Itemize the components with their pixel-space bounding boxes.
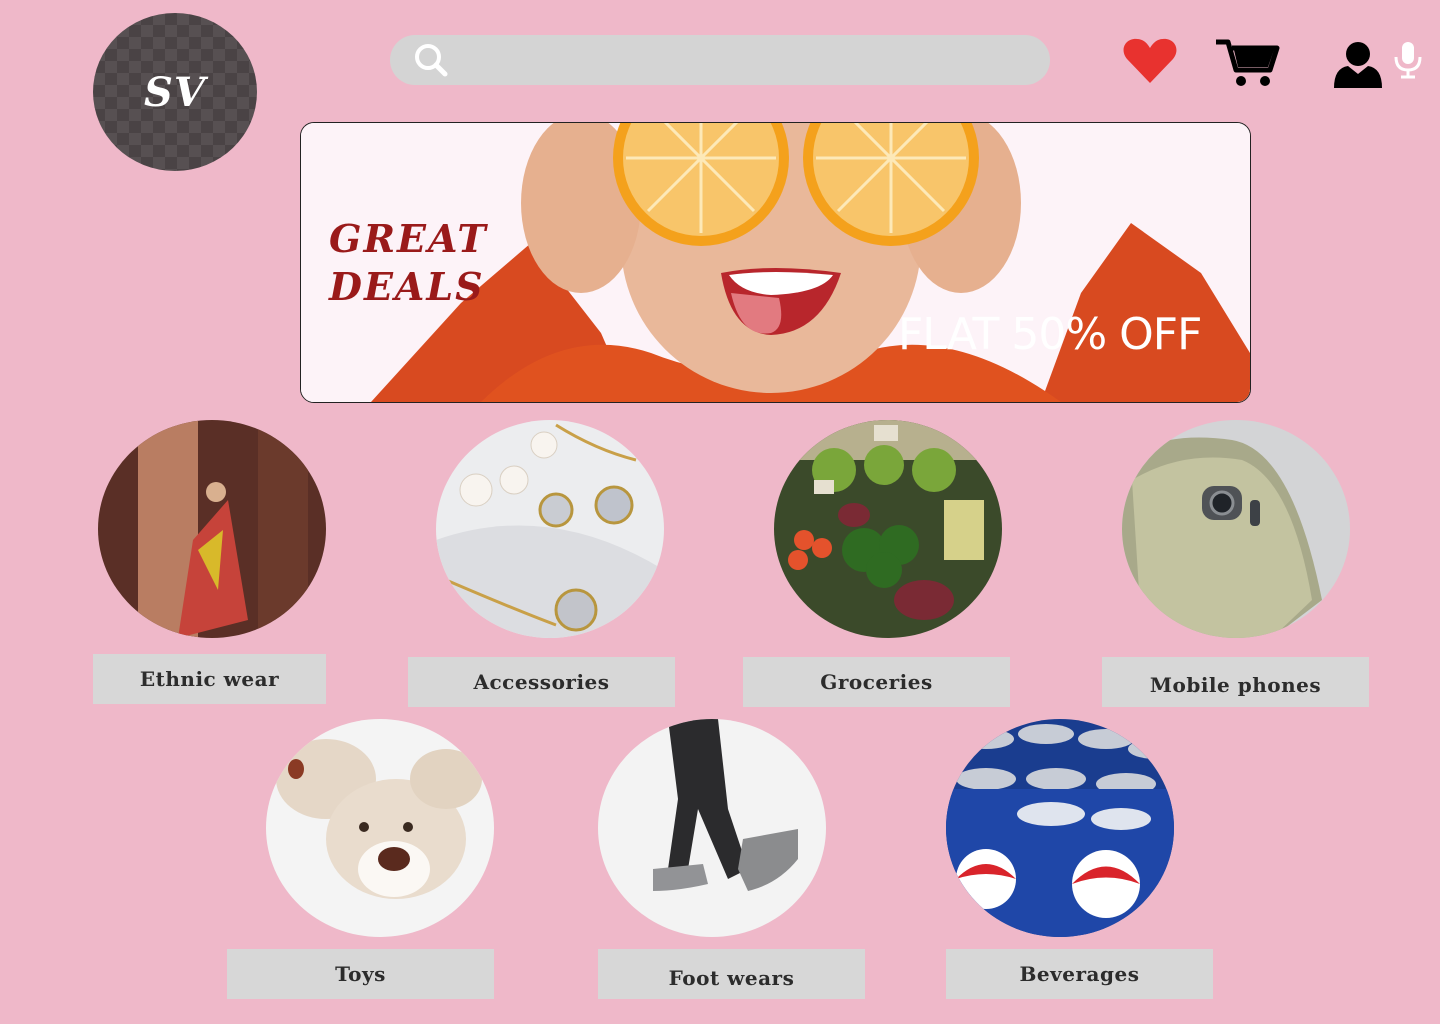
category-image-foot-wears[interactable] (598, 719, 826, 937)
category-image-ethnic-wear[interactable] (98, 420, 326, 638)
search-icon[interactable] (414, 43, 448, 77)
user-icon[interactable] (1332, 40, 1384, 90)
category-foot-wears[interactable]: Foot wears (598, 949, 865, 999)
logo-text: SV (144, 68, 206, 116)
category-accessories[interactable]: Accessories (408, 657, 675, 707)
banner-headline-line2: DEALS (329, 264, 485, 309)
heart-icon[interactable] (1122, 37, 1178, 85)
banner-headline: GREAT DEALS (329, 215, 488, 311)
search-input[interactable] (460, 43, 984, 79)
banner-offer: FLAT 50% OFF (898, 309, 1202, 360)
category-toys[interactable]: Toys (227, 949, 494, 999)
category-image-toys[interactable] (266, 719, 494, 937)
category-mobile-phones[interactable]: Mobile phones (1102, 657, 1369, 707)
category-image-mobile-phones[interactable] (1122, 420, 1350, 638)
category-image-groceries[interactable] (774, 420, 1002, 638)
category-image-beverages[interactable] (946, 719, 1174, 937)
category-ethnic-wear[interactable]: Ethnic wear (93, 654, 326, 704)
promo-banner[interactable]: GREAT DEALS FLAT 50% OFF (300, 122, 1251, 403)
category-beverages[interactable]: Beverages (946, 949, 1213, 999)
category-image-accessories[interactable] (436, 420, 664, 638)
banner-headline-line1: GREAT (329, 216, 488, 261)
logo[interactable]: SV (93, 13, 257, 171)
category-groceries[interactable]: Groceries (743, 657, 1010, 707)
search-bar[interactable] (390, 35, 1422, 85)
cart-icon[interactable] (1214, 36, 1280, 90)
mic-icon[interactable] (1392, 41, 1424, 79)
